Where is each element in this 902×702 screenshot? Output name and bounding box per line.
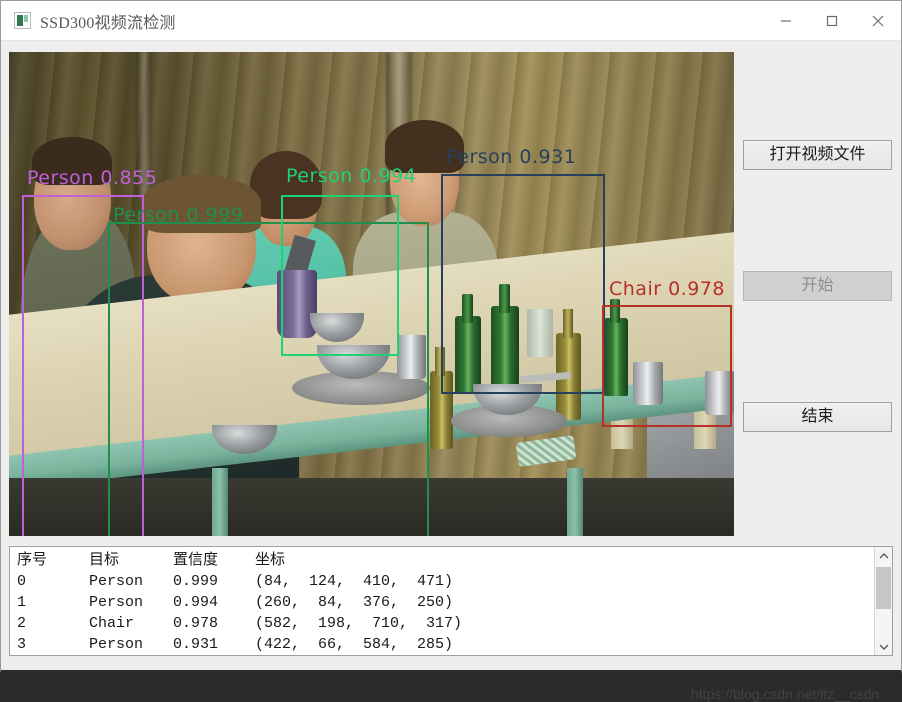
cell-coords: (422, 66, 584, 285) <box>255 636 454 653</box>
cell-index: 1 <box>17 594 27 611</box>
cell-confidence: 0.994 <box>173 594 219 611</box>
table-row[interactable]: 1 Person 0.994 (260, 84, 376, 250) <box>17 592 874 613</box>
stop-button[interactable]: 结束 <box>743 402 892 432</box>
cell-confidence: 0.978 <box>173 615 219 632</box>
detection-box <box>281 195 399 356</box>
cell-coords: (260, 84, 376, 250) <box>255 594 454 611</box>
app-window: SSD300视频流检测 Person 0.855 Person 0.999 Pe… <box>0 0 902 702</box>
table-header-row: 序号 目标 置信度 坐标 <box>17 550 874 571</box>
header-confidence: 置信度 <box>173 552 219 569</box>
cell-target: Person <box>89 636 144 653</box>
video-display[interactable]: Person 0.855 Person 0.999 Person 0.994 Pers… <box>9 52 734 536</box>
cell-confidence: 0.999 <box>173 573 219 590</box>
window-body: Person 0.855 Person 0.999 Person 0.994 Pers… <box>1 41 901 702</box>
detection-label: Person 0.931 <box>446 146 577 168</box>
cell-coords: (84, 124, 410, 471) <box>255 573 454 590</box>
maximize-icon[interactable] <box>809 1 855 41</box>
close-icon[interactable] <box>855 1 901 41</box>
table-row[interactable]: 0 Person 0.999 (84, 124, 410, 471) <box>17 571 874 592</box>
header-coords: 坐标 <box>255 552 286 569</box>
cell-target: Person <box>89 573 144 590</box>
cell-target: Person <box>89 594 144 611</box>
detection-results-table[interactable]: 序号 目标 置信度 坐标 0 Person 0.999 (84, 124, 410, … <box>10 547 874 655</box>
app-window-icon <box>14 12 31 29</box>
results-scrollbar[interactable] <box>874 547 892 655</box>
detection-label: Chair 0.978 <box>609 278 725 300</box>
detection-label: Person 0.855 <box>27 167 158 189</box>
table-row[interactable]: 3 Person 0.931 (422, 66, 584, 285) <box>17 634 874 655</box>
detection-box <box>441 174 605 394</box>
control-button-column: 打开视频文件 开始 结束 <box>743 52 893 432</box>
scrollbar-thumb[interactable] <box>876 567 891 609</box>
detection-label: Person 0.994 <box>286 165 417 187</box>
header-target: 目标 <box>89 552 120 569</box>
window-controls <box>763 1 901 41</box>
chevron-down-icon[interactable] <box>875 638 892 655</box>
detection-box <box>602 305 732 427</box>
window-title: SSD300视频流检测 <box>40 14 176 32</box>
title-bar: SSD300视频流检测 <box>1 1 901 41</box>
start-button[interactable]: 开始 <box>743 271 892 301</box>
cell-coords: (582, 198, 710, 317) <box>255 615 463 632</box>
header-index: 序号 <box>17 552 48 569</box>
minimize-icon[interactable] <box>763 1 809 41</box>
table-row[interactable]: 2 Chair 0.978 (582, 198, 710, 317) <box>17 613 874 634</box>
open-video-file-button[interactable]: 打开视频文件 <box>743 140 892 170</box>
chevron-up-icon[interactable] <box>875 547 892 564</box>
cell-index: 0 <box>17 573 27 590</box>
cell-index: 2 <box>17 615 27 632</box>
detection-results-panel: 序号 目标 置信度 坐标 0 Person 0.999 (84, 124, 410, … <box>9 546 893 656</box>
detection-label: Person 0.999 <box>113 204 244 226</box>
cell-target: Chair <box>89 615 135 632</box>
watermark-text: https://blog.csdn.net/ltz__csdn <box>691 686 880 702</box>
cell-confidence: 0.931 <box>173 636 219 653</box>
cell-index: 3 <box>17 636 27 653</box>
